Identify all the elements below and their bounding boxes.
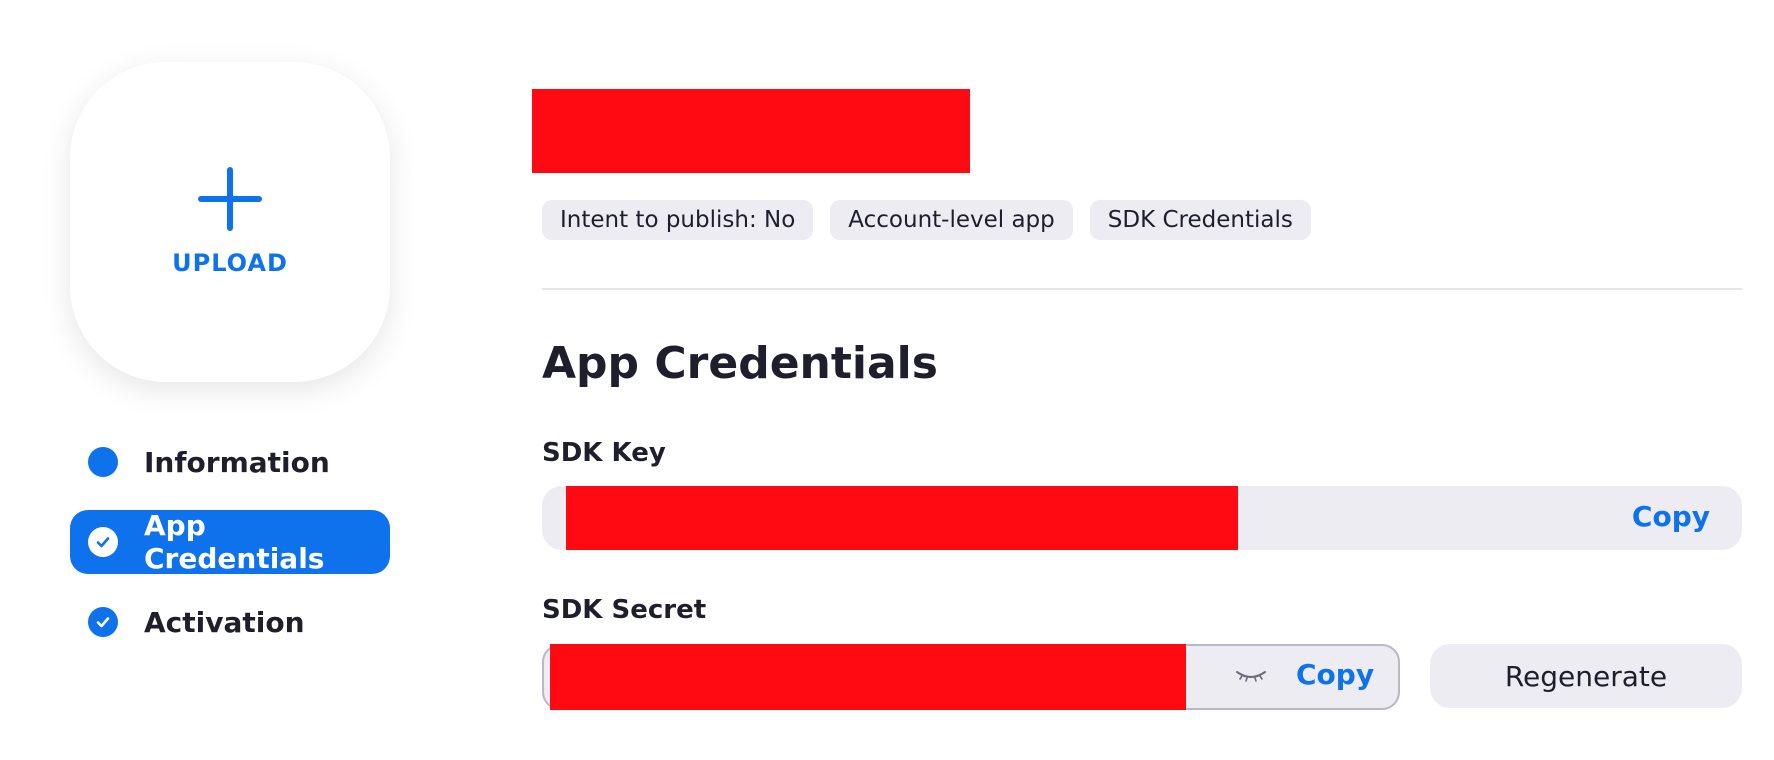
tag-account-level: Account-level app <box>830 200 1073 240</box>
sdk-secret-copy-button[interactable]: Copy <box>1296 658 1374 691</box>
divider <box>542 288 1742 290</box>
nav-item-label: Activation <box>144 605 305 639</box>
sdk-secret-label: SDK Secret <box>542 595 707 625</box>
nav-item-activation[interactable]: Activation <box>70 590 390 654</box>
upload-button[interactable]: UPLOAD <box>70 62 390 382</box>
dot-icon <box>88 447 118 477</box>
tag-intent-to-publish: Intent to publish: No <box>542 200 814 240</box>
sdk-key-redacted <box>566 486 1238 550</box>
section-title: App Credentials <box>542 338 938 389</box>
nav-item-information[interactable]: Information <box>70 430 390 494</box>
sdk-secret-field[interactable]: Copy <box>542 644 1400 710</box>
nav-item-label: App Credentials <box>144 509 325 575</box>
app-tags: Intent to publish: No Account-level app … <box>542 200 1328 240</box>
sdk-key-label: SDK Key <box>542 438 666 468</box>
plus-icon <box>198 167 262 231</box>
check-circle-icon <box>88 527 118 557</box>
nav-item-app-credentials[interactable]: App Credentials <box>70 509 390 575</box>
eye-closed-icon[interactable] <box>1234 666 1268 686</box>
nav-item-label: Information <box>144 445 330 479</box>
sdk-secret-redacted <box>550 644 1186 710</box>
check-circle-icon <box>88 607 118 637</box>
app-name-redacted <box>532 89 970 173</box>
sdk-key-field[interactable]: Copy <box>542 486 1742 550</box>
regenerate-button[interactable]: Regenerate <box>1430 644 1742 708</box>
upload-label: UPLOAD <box>172 249 288 277</box>
side-nav: Information App Credentials Activation <box>70 430 390 670</box>
sdk-key-copy-button[interactable]: Copy <box>1632 500 1710 533</box>
tag-sdk-credentials: SDK Credentials <box>1089 200 1311 240</box>
